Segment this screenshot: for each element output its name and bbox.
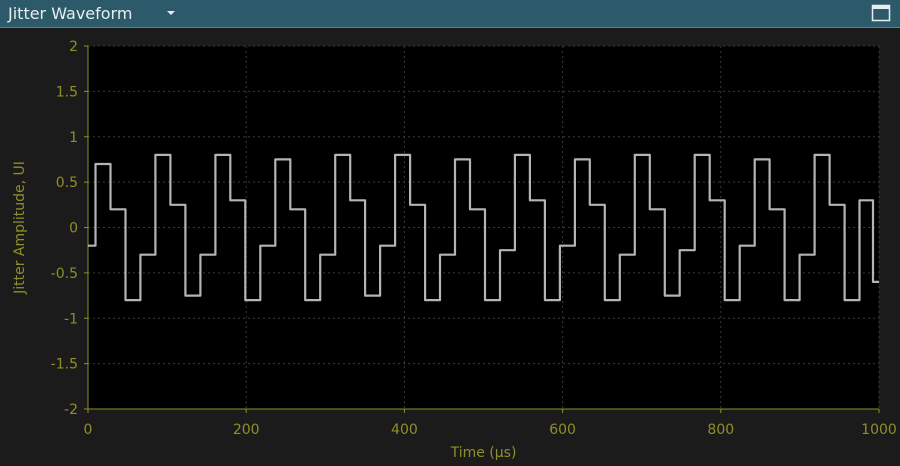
y-tick-label: 2 [69, 39, 78, 55]
x-tick-label: 400 [391, 422, 418, 438]
jitter-chart: 2 1.5 1 0.5 0 -0.5 -1 -1.5 -2 0 200 400 600 800 1000 T… [12, 39, 897, 461]
y-tick-label: -2 [64, 402, 78, 418]
chevron-down-icon[interactable] [163, 6, 179, 20]
maximize-icon[interactable] [871, 4, 891, 22]
y-tick-label: 1.5 [56, 84, 78, 100]
y-tick-label: 1 [69, 130, 78, 146]
x-tick-label: 1000 [861, 422, 897, 438]
x-tick-label: 800 [707, 422, 734, 438]
window-title: Jitter Waveform [8, 4, 133, 23]
y-tick-label: 0.5 [56, 175, 78, 191]
y-axis-label: Jitter Amplitude, UI [12, 161, 28, 295]
x-tick-label: 200 [233, 422, 260, 438]
x-tick-label: 600 [549, 422, 576, 438]
y-tick-label: -1 [64, 311, 78, 327]
window-title-bar: Jitter Waveform [0, 0, 900, 28]
x-tick-label: 0 [84, 422, 93, 438]
y-tick-label: -1.5 [51, 357, 78, 373]
x-axis-label: Time (µs) [450, 445, 517, 461]
y-tick-label: -0.5 [51, 266, 78, 282]
y-tick-label: 0 [69, 221, 78, 237]
